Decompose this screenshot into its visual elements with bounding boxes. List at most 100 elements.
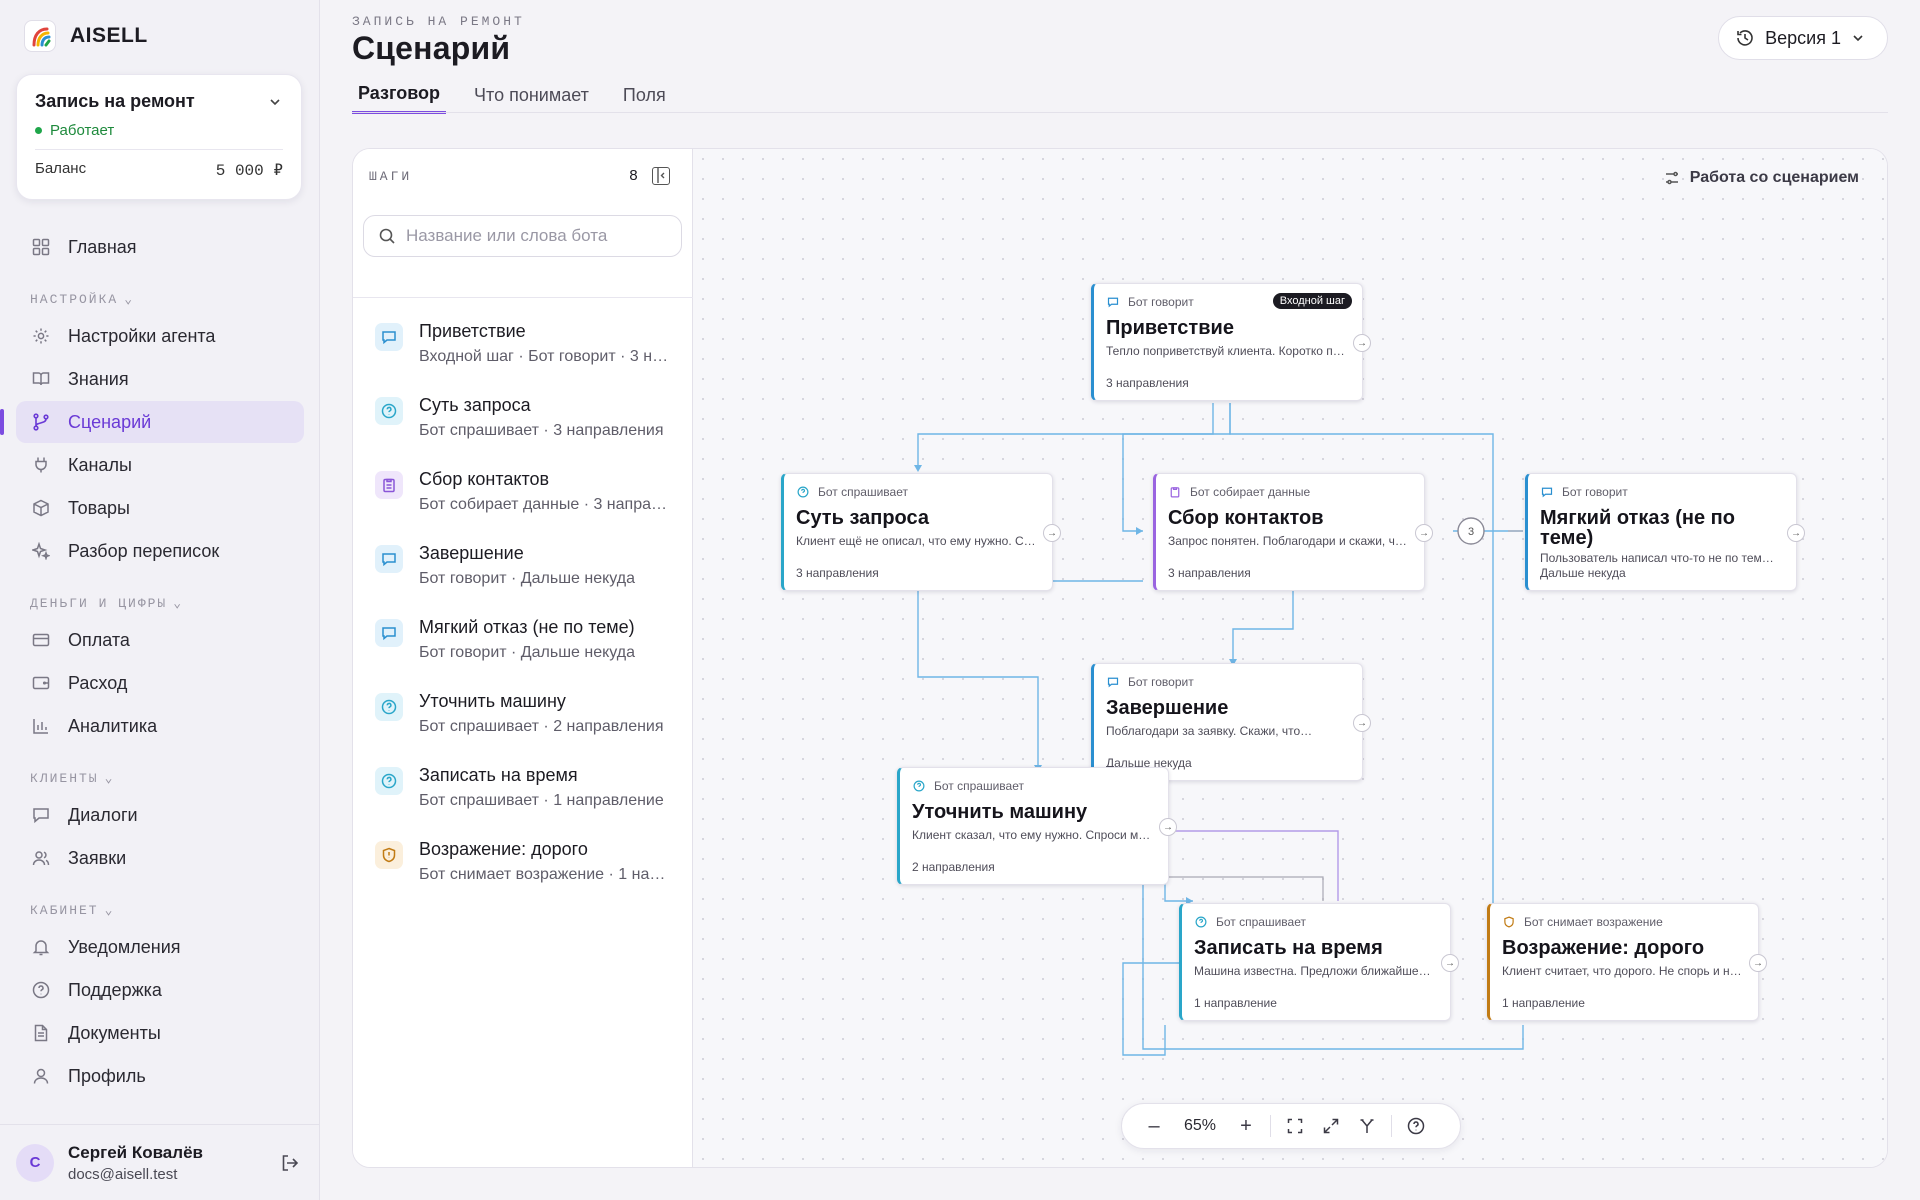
node-title: Записать на время: [1194, 937, 1383, 959]
scenario-work-button[interactable]: Работа со сценарием: [1664, 169, 1859, 187]
nav-item-expense[interactable]: Расход: [16, 662, 304, 704]
tab-conversation[interactable]: Разговор: [352, 76, 447, 114]
node-footer: 2 направления: [912, 860, 995, 874]
arrow-right-icon[interactable]: →: [1749, 954, 1767, 972]
expand-icon[interactable]: [1313, 1108, 1349, 1144]
arrow-right-icon[interactable]: →: [1441, 954, 1459, 972]
nav-item-payment[interactable]: Оплата: [16, 619, 304, 661]
step-item[interactable]: Сбор контактов Бот собирает данные · 3 на…: [353, 465, 693, 539]
zoom-out-button[interactable]: –: [1136, 1108, 1172, 1144]
step-item[interactable]: Суть запроса Бот спрашивает · 3 направлен…: [353, 391, 693, 465]
flow-node-clarify-car[interactable]: Бот спрашивает Уточнить машину Клиент ск…: [897, 767, 1177, 885]
nav-item-analytics[interactable]: Аналитика: [16, 705, 304, 747]
tab-fields[interactable]: Поля: [617, 76, 672, 114]
nav-section-money[interactable]: ДЕНЬГИ И ЦИФРЫ ⌄: [16, 573, 304, 619]
brand[interactable]: AISELL: [24, 20, 148, 52]
arrow-right-icon[interactable]: →: [1043, 524, 1061, 542]
chevron-down-icon: ⌄: [124, 292, 135, 307]
divider: [1391, 1115, 1392, 1137]
user-block: С Сергей Ковалёв docs@aisell.test: [0, 1124, 320, 1200]
step-item[interactable]: Уточнить машину Бот спрашивает · 2 направ…: [353, 687, 693, 761]
nav-section-cabinet[interactable]: КАБИНЕТ ⌄: [16, 880, 304, 926]
flow-node-greeting[interactable]: Бот говорит Входной шаг Приветствие Тепл…: [1091, 283, 1371, 401]
nav-item-scenario[interactable]: Сценарий: [0, 401, 304, 443]
step-item[interactable]: Записать на время Бот спрашивает · 1 напр…: [353, 761, 693, 835]
nav-item-support[interactable]: Поддержка: [16, 969, 304, 1011]
nav-item-label: Знания: [68, 368, 129, 389]
arrow-head: [1136, 527, 1143, 535]
nav-item-profile[interactable]: Профиль: [16, 1055, 304, 1097]
nav-item-knowledge[interactable]: Знания: [16, 358, 304, 400]
arrow-right-icon[interactable]: →: [1353, 714, 1371, 732]
nav-item-notifications[interactable]: Уведомления: [16, 926, 304, 968]
logo-icon: [24, 20, 56, 52]
step-item[interactable]: Мягкий отказ (не по теме) Бот говорит · Д…: [353, 613, 693, 687]
flow-canvas[interactable]: 3 Работа со сценарием Бот говорит Входно…: [693, 149, 1887, 1167]
agent-card[interactable]: Запись на ремонт Работает Баланс 5 000 ₽: [16, 74, 302, 200]
nav-item-channels[interactable]: Каналы: [16, 444, 304, 486]
card-icon: [30, 629, 52, 651]
step-item[interactable]: Приветствие Входной шаг · Бот говорит · 3…: [353, 317, 693, 391]
node-type: Бот спрашивает: [1216, 915, 1306, 929]
breadcrumb: ЗАПИСЬ НА РЕМОНТ: [352, 14, 525, 29]
fit-view-icon[interactable]: [1277, 1108, 1313, 1144]
chat-bubble-icon: [1106, 675, 1120, 689]
nav-item-label: Аналитика: [68, 715, 158, 736]
node-title: Завершение: [1106, 697, 1229, 719]
chart-icon: [30, 715, 52, 737]
flow-node-objection-price[interactable]: Бот снимает возражение Возражение: дорог…: [1487, 903, 1767, 1021]
node-title: Возражение: дорого: [1502, 937, 1705, 959]
flow-node-completion[interactable]: Бот говорит Завершение Поблагодари за за…: [1091, 663, 1371, 781]
node-type: Бот спрашивает: [934, 779, 1024, 793]
nav-item-products[interactable]: Товары: [16, 487, 304, 529]
question-icon: [375, 693, 403, 721]
arrow-right-icon[interactable]: →: [1787, 524, 1805, 542]
arrow-head: [914, 465, 922, 472]
nav-section-clients[interactable]: КЛИЕНТЫ ⌄: [16, 748, 304, 794]
arrow-right-icon[interactable]: →: [1353, 334, 1371, 352]
flow-node-request-essence[interactable]: Бот спрашивает Суть запроса Клиент ещё н…: [781, 473, 1061, 591]
nav-section-label: КАБИНЕТ: [30, 903, 99, 918]
history-icon: [1737, 30, 1753, 46]
avatar[interactable]: С: [16, 1143, 54, 1182]
help-icon[interactable]: [1398, 1108, 1434, 1144]
zoom-toolbar: – 65% +: [1121, 1103, 1461, 1149]
nav-item-requests[interactable]: Заявки: [16, 837, 304, 879]
nav-item-label: Оплата: [68, 629, 130, 650]
nav-item-dialogs[interactable]: Диалоги: [16, 794, 304, 836]
collapse-panel-icon[interactable]: [652, 167, 670, 185]
nav-item-documents[interactable]: Документы: [16, 1012, 304, 1054]
bell-icon: [30, 936, 52, 958]
arrow-right-icon[interactable]: →: [1159, 818, 1177, 836]
arrow-right-icon[interactable]: →: [1415, 524, 1433, 542]
tab-understands[interactable]: Что понимает: [468, 76, 595, 114]
edge: [1143, 876, 1324, 901]
zoom-in-button[interactable]: +: [1228, 1108, 1264, 1144]
logout-icon[interactable]: [276, 1149, 304, 1177]
search-input[interactable]: Название или слова бота: [406, 226, 607, 246]
step-subtitle: Бот говорит · Дальше некуда: [419, 644, 636, 661]
version-button[interactable]: Версия 1: [1718, 16, 1888, 60]
version-label: Версия 1: [1765, 27, 1841, 48]
flow-node-book-time[interactable]: Бот спрашивает Записать на время Машина …: [1179, 903, 1459, 1021]
node-footer: 3 направления: [1168, 566, 1251, 580]
chevron-down-icon[interactable]: [267, 94, 283, 110]
node-type: Бот говорит: [1128, 295, 1194, 309]
step-item[interactable]: Завершение Бот говорит · Дальше некуда: [353, 539, 693, 613]
nav-item-label: Каналы: [68, 454, 132, 475]
node-description: Запрос понятен. Поблагодари и скажи, что…: [1168, 534, 1408, 548]
step-subtitle: Бот говорит · Дальше некуда: [419, 570, 636, 587]
flow-node-contacts[interactable]: Бот собирает данные Сбор контактов Запро…: [1153, 473, 1433, 591]
nav-item-review[interactable]: Разбор переписок: [16, 530, 304, 572]
page-title: Сценарий: [352, 30, 511, 66]
nav-item-label: Сценарий: [68, 411, 152, 432]
nav-section-setup[interactable]: НАСТРОЙКА ⌄: [16, 269, 304, 315]
question-icon: [375, 767, 403, 795]
steps-search[interactable]: Название или слова бота: [363, 215, 682, 257]
search-icon: [379, 228, 395, 244]
flow-node-soft-decline[interactable]: Бот говорит Мягкий отказ (не по теме) По…: [1525, 473, 1805, 591]
nav-item-home[interactable]: Главная: [16, 226, 304, 268]
auto-layout-icon[interactable]: [1349, 1108, 1385, 1144]
nav-item-agent-settings[interactable]: Настройки агента: [16, 315, 304, 357]
step-item[interactable]: Возражение: дорого Бот снимает возражение…: [353, 835, 693, 909]
